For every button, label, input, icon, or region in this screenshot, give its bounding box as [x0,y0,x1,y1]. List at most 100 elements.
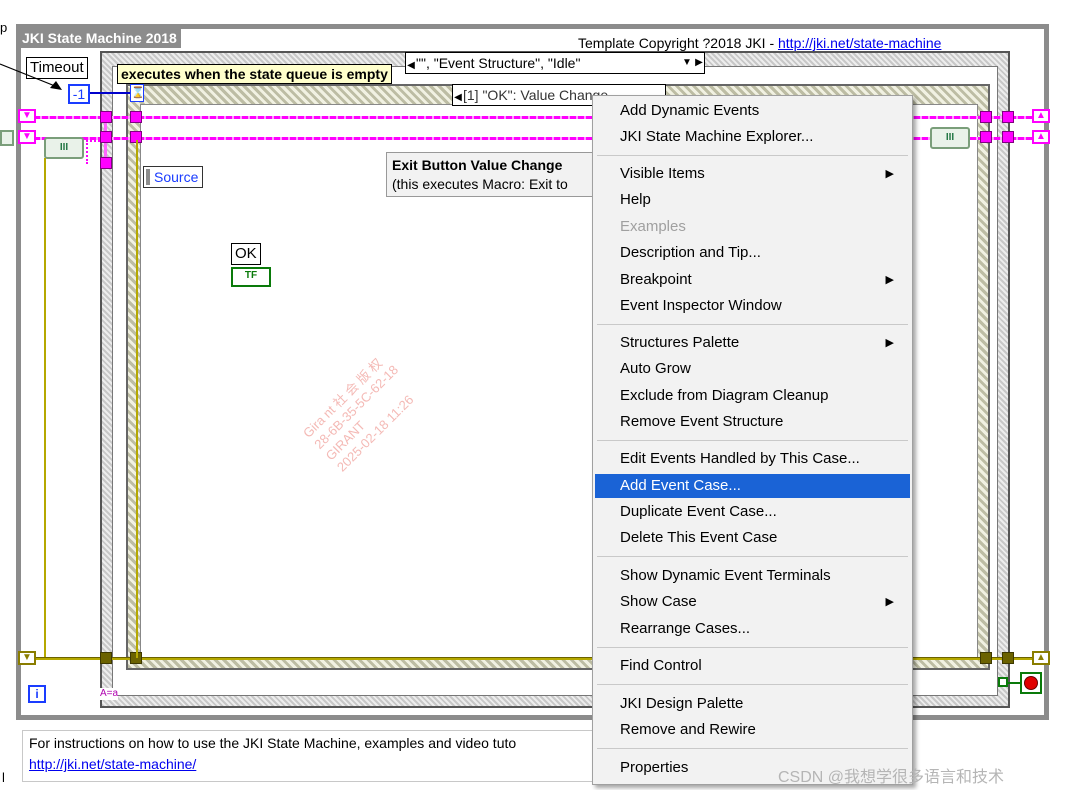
submenu-arrow-icon: ▶ [885,337,894,349]
menu-item-help[interactable]: Help [595,188,910,212]
csdn-watermark: CSDN @我想学很多语言和技术 [778,769,1005,786]
menu-item-label: Help [620,191,651,208]
cluster-constant-icon[interactable]: III [930,127,970,149]
event-description-body: (this executes Macro: Exit to [392,176,568,192]
menu-item-label: JKI State Machine Explorer... [620,128,814,145]
decrement-arrow-icon[interactable]: ◀ [406,56,416,73]
menu-item-label: Description and Tip... [620,244,761,261]
menu-item-label: Properties [620,759,689,776]
shift-register-right-icon[interactable]: ▲ [1032,651,1050,665]
menu-item-label: JKI Design Palette [620,695,744,712]
decrement-arrow-icon[interactable]: ◀ [453,88,463,105]
cluster-constant-icon[interactable]: III [44,137,84,159]
submenu-arrow-icon: ▶ [885,168,894,180]
copyright-link[interactable]: http://jki.net/state-machine [778,35,941,51]
menu-item-examples: Examples [595,215,910,239]
event-description-title: Exit Button Value Change [392,157,563,173]
loop-edge-text: p [0,20,8,35]
cluster-input-icon [0,130,14,146]
timeout-arrow [0,62,64,92]
menu-separator [597,684,908,685]
instructions-comment: For instructions on how to use the JKI S… [22,730,622,782]
dropdown-arrow-icon[interactable]: ▼ [682,53,692,73]
submenu-arrow-icon: ▶ [885,274,894,286]
case-selector[interactable]: ◀"", "Event Structure", "Idle" ▼ ▶ [405,52,705,74]
menu-item-label: Visible Items [620,165,705,182]
menu-item-show-case[interactable]: Show Case ▶ [595,590,910,614]
instructions-link[interactable]: http://jki.net/state-machine/ [29,756,196,772]
menu-item-label: Add Event Case... [620,477,741,494]
source-event-data-node[interactable]: Source [143,166,204,188]
menu-item-label: Breakpoint [620,271,692,288]
menu-item-find-control[interactable]: Find Control [595,654,910,678]
menu-item-label: Structures Palette [620,334,740,351]
menu-item-label: Examples [620,218,686,235]
state-tunnel [130,111,142,123]
state-tunnel [100,111,112,123]
copyright-prefix: Template Copyright ?2018 JKI - [578,35,778,51]
menu-item-label: Edit Events Handled by This Case... [620,450,860,467]
state-tunnel [980,131,992,143]
menu-item-label: Remove and Rewire [620,721,756,738]
loop-title: JKI State Machine 2018 [18,28,181,48]
error-tunnel [100,652,112,664]
ok-boolean-terminal[interactable]: TF [231,267,271,287]
state-tunnel [1002,111,1014,123]
shift-register-left-icon[interactable]: ▼ [18,109,36,123]
menu-separator [597,440,908,441]
menu-item-delete-event-case[interactable]: Delete This Event Case [595,526,910,550]
menu-item-label: Remove Event Structure [620,413,784,430]
error-tunnel [1002,652,1014,664]
menu-item-duplicate-event-case[interactable]: Duplicate Event Case... [595,500,910,524]
menu-separator [597,324,908,325]
timeout-constant[interactable]: -1 [68,84,90,104]
context-menu: Add Dynamic Events JKI State Machine Exp… [592,95,913,785]
menu-item-show-dynamic-event-terminals[interactable]: Show Dynamic Event Terminals [595,564,910,588]
comment-label: executes when the state queue is empty [117,64,392,84]
menu-separator [597,748,908,749]
case-index-label: A=a [100,688,119,700]
menu-separator [597,556,908,557]
menu-item-edit-events[interactable]: Edit Events Handled by This Case... [595,447,910,471]
copyright-text: Template Copyright ?2018 JKI - http://jk… [578,35,941,51]
boolean-tunnel [998,677,1008,687]
menu-item-label: Auto Grow [620,360,691,377]
menu-item-exclude-from-cleanup[interactable]: Exclude from Diagram Cleanup [595,384,910,408]
menu-item-rearrange-cases[interactable]: Rearrange Cases... [595,617,910,641]
shift-register-right-icon[interactable]: ▲ [1032,130,1050,144]
unbundle-node-icon [86,140,108,164]
shift-register-left-icon[interactable]: ▼ [18,130,36,144]
stop-terminal-icon[interactable] [1020,672,1042,694]
error-wire[interactable] [136,140,138,658]
submenu-arrow-icon: ▶ [885,596,894,608]
menu-item-breakpoint[interactable]: Breakpoint ▶ [595,268,910,292]
menu-item-visible-items[interactable]: Visible Items ▶ [595,162,910,186]
increment-arrow-icon[interactable]: ▶ [694,53,704,73]
iteration-terminal[interactable]: i [28,685,46,703]
menu-item-remove-and-rewire[interactable]: Remove and Rewire [595,718,910,742]
loop-edge-text: l [2,770,5,785]
menu-item-jki-design-palette[interactable]: JKI Design Palette [595,692,910,716]
menu-item-add-event-case[interactable]: Add Event Case... [595,474,910,498]
shift-register-left-icon[interactable]: ▼ [18,651,36,665]
event-selector-label: [1] "OK": Value Change [463,87,609,103]
menu-item-label: Show Case [620,593,697,610]
menu-item-label: Event Inspector Window [620,297,782,314]
menu-item-auto-grow[interactable]: Auto Grow [595,357,910,381]
menu-item-label: Find Control [620,657,702,674]
menu-item-label: Duplicate Event Case... [620,503,777,520]
menu-item-add-dynamic-events[interactable]: Add Dynamic Events [595,99,910,123]
menu-item-label: Rearrange Cases... [620,620,751,637]
menu-separator [597,647,908,648]
shift-register-right-icon[interactable]: ▲ [1032,109,1050,123]
error-wire[interactable] [44,158,46,658]
ok-label: OK [231,243,261,265]
menu-item-structures-palette[interactable]: Structures Palette ▶ [595,331,910,355]
menu-item-jki-state-machine-explorer[interactable]: JKI State Machine Explorer... [595,125,910,149]
menu-item-event-inspector-window[interactable]: Event Inspector Window [595,294,910,318]
menu-item-description-and-tip[interactable]: Description and Tip... [595,241,910,265]
hourglass-icon: ⌛ [130,84,145,102]
state-tunnel [980,111,992,123]
menu-item-remove-event-structure[interactable]: Remove Event Structure [595,410,910,434]
menu-separator [597,155,908,156]
